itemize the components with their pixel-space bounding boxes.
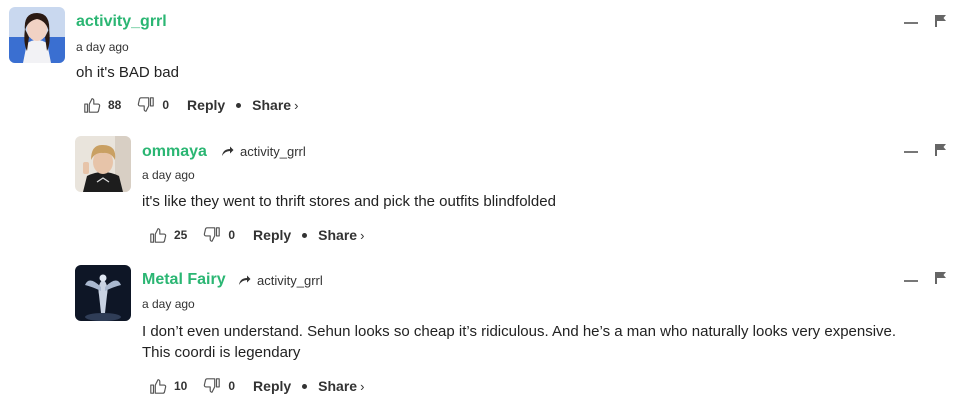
thumbs-up-icon[interactable] bbox=[83, 96, 101, 114]
like-count: 10 bbox=[174, 379, 188, 393]
comment-actions: 10 0 Reply Share › bbox=[149, 377, 364, 395]
username[interactable]: activity_grrl bbox=[76, 13, 167, 31]
user-avatar-photo-icon bbox=[75, 136, 131, 192]
separator-dot bbox=[302, 232, 308, 238]
share-button[interactable]: Share bbox=[318, 227, 357, 243]
reply-to-indicator[interactable]: activity_grrl bbox=[221, 144, 306, 159]
flag-icon[interactable] bbox=[935, 144, 946, 156]
timestamp[interactable]: a day ago bbox=[76, 40, 129, 54]
avatar[interactable] bbox=[75, 265, 131, 321]
user-avatar-photo-icon bbox=[9, 7, 65, 63]
reply-arrow-icon bbox=[239, 275, 251, 285]
user-avatar-photo-icon bbox=[75, 265, 131, 321]
separator-dot bbox=[302, 383, 308, 389]
comment-text: I don’t even understand. Sehun looks so … bbox=[142, 322, 952, 363]
thumbs-up-icon[interactable] bbox=[149, 226, 167, 244]
timestamp[interactable]: a day ago bbox=[142, 168, 195, 182]
share-button[interactable]: Share bbox=[252, 97, 291, 113]
thumbs-down-icon[interactable] bbox=[137, 96, 155, 114]
comment-actions: 88 0 Reply Share › bbox=[83, 96, 298, 114]
username[interactable]: Metal Fairy bbox=[142, 271, 226, 289]
reply-button[interactable]: Reply bbox=[187, 97, 225, 113]
dislike-count: 0 bbox=[228, 379, 236, 393]
minimize-icon[interactable] bbox=[904, 22, 918, 24]
avatar[interactable] bbox=[75, 136, 131, 192]
thumbs-down-icon[interactable] bbox=[203, 226, 221, 244]
flag-icon[interactable] bbox=[935, 272, 946, 284]
comment-text-line: I don’t even understand. Sehun looks so … bbox=[142, 323, 897, 340]
dislike-count: 0 bbox=[162, 98, 170, 112]
chevron-right-icon: › bbox=[360, 378, 365, 394]
reply-arrow-icon bbox=[222, 146, 234, 156]
separator-dot bbox=[236, 102, 242, 108]
reply-button[interactable]: Reply bbox=[253, 227, 291, 243]
like-count: 88 bbox=[108, 98, 122, 112]
comment-text: it's like they went to thrift stores and… bbox=[142, 193, 556, 210]
reply-to-username[interactable]: activity_grrl bbox=[240, 144, 306, 159]
username[interactable]: ommaya bbox=[142, 143, 207, 161]
chevron-right-icon: › bbox=[360, 227, 365, 243]
flag-icon[interactable] bbox=[935, 15, 946, 27]
minimize-icon[interactable] bbox=[904, 151, 918, 153]
reply-button[interactable]: Reply bbox=[253, 378, 291, 394]
like-count: 25 bbox=[174, 228, 188, 242]
reply-to-indicator[interactable]: activity_grrl bbox=[238, 273, 323, 288]
dislike-count: 0 bbox=[228, 228, 236, 242]
chevron-right-icon: › bbox=[294, 97, 299, 113]
timestamp[interactable]: a day ago bbox=[142, 297, 195, 311]
comment-text: oh it's BAD bad bbox=[76, 64, 179, 81]
thumbs-up-icon[interactable] bbox=[149, 377, 167, 395]
avatar[interactable] bbox=[9, 7, 65, 63]
comment-text-line: This coordi is legendary bbox=[142, 344, 301, 361]
thumbs-down-icon[interactable] bbox=[203, 377, 221, 395]
reply-to-username[interactable]: activity_grrl bbox=[257, 273, 323, 288]
share-button[interactable]: Share bbox=[318, 378, 357, 394]
minimize-icon[interactable] bbox=[904, 280, 918, 282]
comment-actions: 25 0 Reply Share › bbox=[149, 226, 364, 244]
